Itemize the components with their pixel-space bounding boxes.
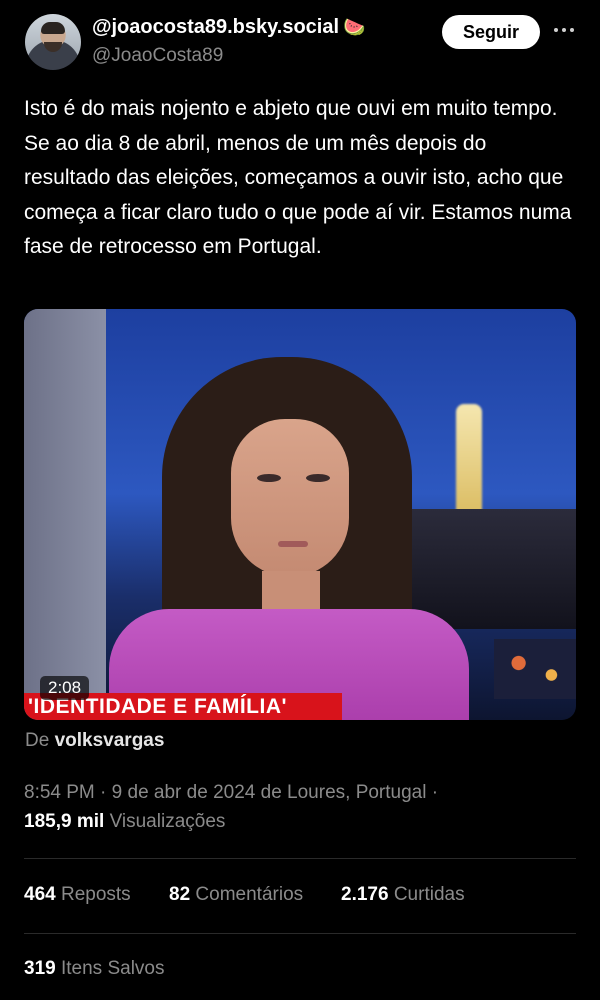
watermelon-emoji: 🍉 — [343, 17, 366, 37]
video-source[interactable]: De volksvargas — [25, 730, 164, 752]
video-duration: 2:08 — [40, 676, 90, 700]
post-text: Isto é do mais nojento e abjeto que ouvi… — [24, 97, 572, 258]
post-date: 9 de abr de 2024 — [111, 782, 256, 803]
follow-button[interactable]: Seguir — [442, 15, 540, 49]
post-location: de Loures, Portugal — [260, 782, 427, 803]
post-time: 8:54 PM — [24, 782, 95, 803]
avatar[interactable] — [25, 14, 81, 70]
likes-stat[interactable]: 2.176 Curtidas — [341, 884, 465, 906]
reposts-label: Reposts — [60, 884, 131, 905]
source-name[interactable]: volksvargas — [55, 730, 165, 751]
comments-label: Comentários — [195, 884, 304, 905]
saved-stat[interactable]: 319 Itens Salvos — [24, 958, 164, 980]
source-prefix: De — [25, 730, 50, 751]
comments-stat[interactable]: 82 Comentários — [169, 884, 303, 906]
views: 185,9 mil Visualizações — [24, 811, 225, 833]
reposts-stat[interactable]: 464 Reposts — [24, 884, 131, 906]
likes-label: Curtidas — [393, 884, 465, 905]
more-icon[interactable] — [550, 20, 578, 40]
views-count: 185,9 mil — [24, 811, 105, 832]
views-label: Visualizações — [109, 811, 226, 832]
saved-count: 319 — [24, 958, 56, 979]
display-name[interactable]: @joaocosta89.bsky.social 🍉 — [92, 16, 365, 39]
comments-count: 82 — [169, 884, 191, 905]
divider — [24, 933, 576, 934]
display-name-text: @joaocosta89.bsky.social — [92, 16, 340, 38]
user-handle[interactable]: @JoaoCosta89 — [92, 45, 223, 67]
reposts-count: 464 — [24, 884, 56, 905]
likes-count: 2.176 — [341, 884, 389, 905]
post-meta: 8:54 PM · 9 de abr de 2024 de Loures, Po… — [24, 782, 439, 803]
video-player[interactable]: 'IDENTIDADE E FAMÍLIA' 2:08 — [24, 309, 576, 720]
divider — [24, 858, 576, 859]
saved-label: Itens Salvos — [60, 958, 165, 979]
